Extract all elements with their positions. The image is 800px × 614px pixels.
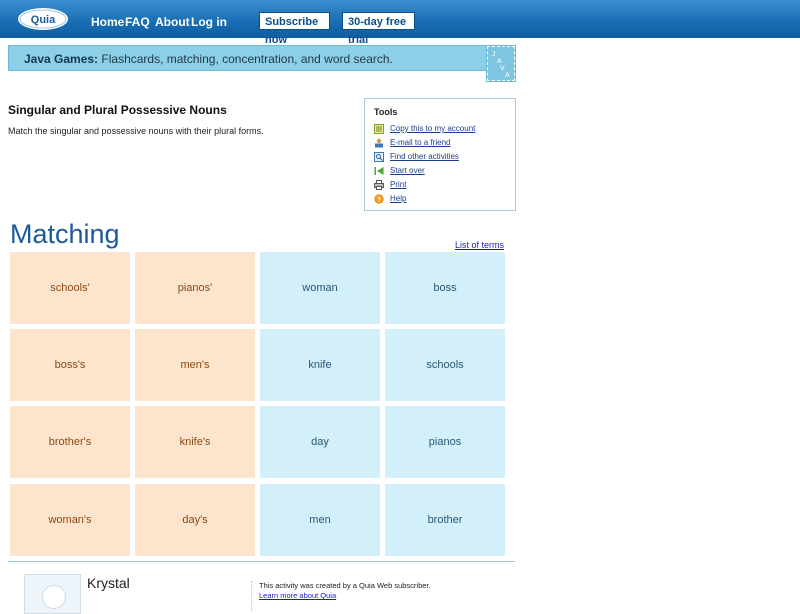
svg-text:A: A: [505, 72, 510, 79]
match-card[interactable]: boss: [385, 252, 505, 324]
free-trial-button[interactable]: 30-day free trial: [342, 12, 415, 46]
match-card[interactable]: day: [260, 406, 380, 478]
banner-text: Java Games: Flashcards, matching, concen…: [24, 52, 393, 66]
match-card[interactable]: knife: [260, 329, 380, 401]
help-icon: ?: [374, 194, 384, 204]
nav-home-link[interactable]: Home: [91, 15, 124, 29]
copy-icon: [374, 124, 384, 134]
tool-start-over-label[interactable]: Start over: [390, 166, 425, 176]
tool-print-label[interactable]: Print: [390, 180, 406, 190]
match-card[interactable]: woman: [260, 252, 380, 324]
match-card[interactable]: schools': [10, 252, 130, 324]
svg-text:?: ?: [377, 197, 381, 204]
quia-logo[interactable]: Quia: [17, 5, 69, 31]
svg-text:V: V: [500, 65, 505, 72]
match-card[interactable]: men's: [135, 329, 255, 401]
top-nav-bar: Quia Home FAQ About Log in Subscribe now…: [0, 0, 800, 46]
tool-copy-label[interactable]: Copy this to my account: [390, 124, 475, 134]
nav-about-link[interactable]: About: [155, 15, 190, 29]
match-card[interactable]: pianos: [385, 406, 505, 478]
java-icon-glyph: J A V A: [492, 51, 510, 79]
find-icon: [374, 152, 384, 162]
match-card[interactable]: knife's: [135, 406, 255, 478]
email-icon: [375, 138, 383, 148]
creator-name: Krystal: [87, 575, 130, 591]
banner-bold: Java Games:: [24, 52, 99, 66]
footer-note: This activity was created by a Quia Web …: [259, 581, 431, 590]
learn-more-link[interactable]: Learn more about Quia: [259, 591, 336, 600]
logo-text: Quia: [31, 14, 56, 26]
print-icon: [374, 180, 384, 190]
match-card[interactable]: woman's: [10, 484, 130, 556]
activity-instructions: Match the singular and possessive nouns …: [8, 126, 264, 136]
match-card[interactable]: boss's: [10, 329, 130, 401]
match-card[interactable]: brother: [385, 484, 505, 556]
footer-divider-line: [8, 561, 515, 562]
tool-find-label[interactable]: Find other activities: [390, 152, 459, 162]
footer-divider: [251, 581, 252, 611]
nav-login-link[interactable]: Log in: [191, 15, 227, 29]
match-card[interactable]: schools: [385, 329, 505, 401]
svg-text:A: A: [497, 58, 502, 65]
matching-heading: Matching: [10, 219, 120, 249]
tools-panel: Tools Copy this to my account E-mail to …: [364, 98, 516, 211]
banner-description: Flashcards, matching, concentration, and…: [98, 52, 393, 66]
subscribe-button[interactable]: Subscribe now: [259, 12, 330, 46]
java-games-banner: Java Games: Flashcards, matching, concen…: [8, 45, 515, 71]
avatar-placeholder-icon: [42, 585, 66, 609]
match-card[interactable]: men: [260, 484, 380, 556]
tools-title: Tools: [374, 107, 398, 117]
match-card[interactable]: brother's: [10, 406, 130, 478]
avatar: [24, 574, 81, 614]
match-card[interactable]: day's: [135, 484, 255, 556]
restart-icon: [374, 167, 384, 175]
nav-faq-link[interactable]: FAQ: [125, 15, 150, 29]
svg-text:J: J: [492, 51, 496, 58]
list-of-terms-link[interactable]: List of terms: [455, 240, 504, 250]
match-card[interactable]: pianos': [135, 252, 255, 324]
tool-email-label[interactable]: E-mail to a friend: [390, 138, 450, 148]
activity-title: Singular and Plural Possessive Nouns: [8, 103, 227, 117]
java-icon: J A V A: [486, 45, 516, 82]
tool-help-label[interactable]: Help: [390, 194, 406, 204]
